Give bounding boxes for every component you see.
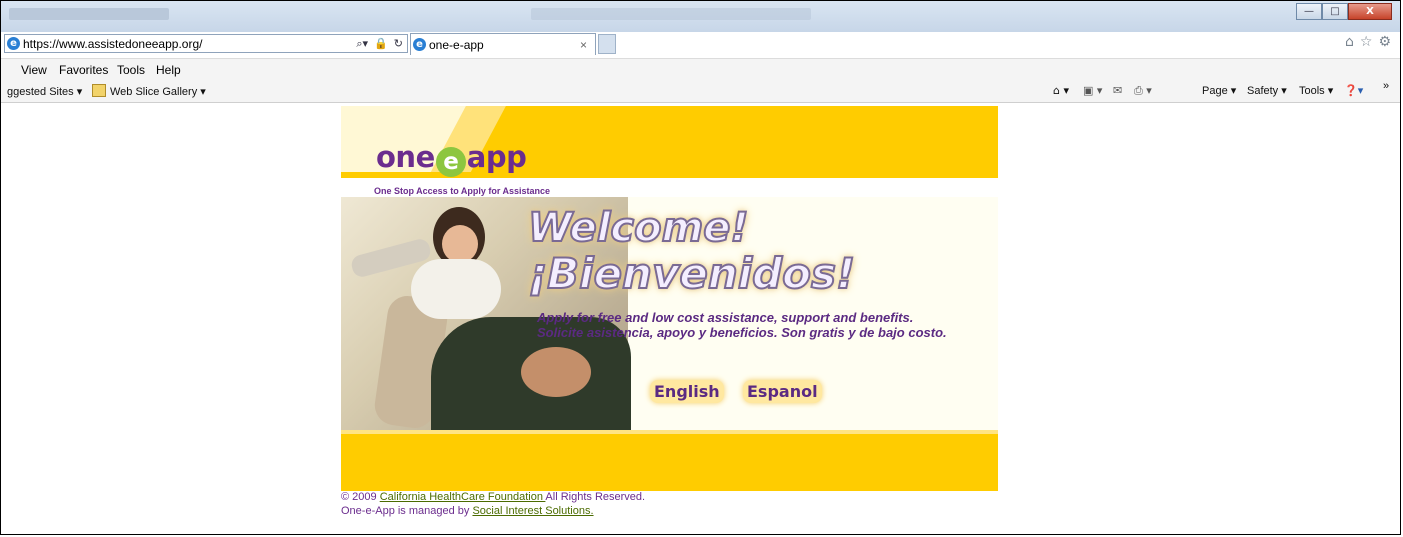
tools-menu[interactable]: Tools ▾	[1299, 84, 1333, 97]
ie-icon: e	[7, 37, 20, 50]
subtitle-english: Apply for free and low cost assistance, …	[537, 310, 914, 325]
page-menu[interactable]: Page ▾	[1202, 84, 1236, 97]
espanol-button[interactable]: Espanol	[743, 380, 822, 403]
lock-icon[interactable]: 🔒	[374, 37, 388, 51]
subtitle-spanish: Solicite asistencia, apoyo y beneficios.…	[537, 325, 947, 340]
safety-menu[interactable]: Safety ▾	[1247, 84, 1287, 97]
photo-child-face	[442, 225, 478, 263]
chcf-link[interactable]: California HealthCare Foundation	[380, 491, 546, 503]
welcome-heading: Welcome!	[527, 204, 750, 252]
maximize-button[interactable]: □	[1322, 3, 1348, 20]
menu-tools[interactable]: Tools	[117, 63, 145, 77]
tab-title: one-e-app	[429, 37, 484, 52]
gear-icon[interactable]: ⚙	[1378, 34, 1391, 50]
footer-rights: All Rights Reserved.	[545, 491, 646, 503]
oneeapp-logo[interactable]: one e app	[376, 140, 527, 177]
address-bar[interactable]: e https://www.assistedoneeapp.org/ ⌕▾ 🔒 …	[4, 34, 408, 53]
menu-help[interactable]: Help	[156, 63, 181, 77]
photo-parent-face	[521, 347, 591, 397]
search-icon[interactable]: ⌕▾	[356, 37, 368, 51]
tab-one-e-app[interactable]: e one-e-app ×	[410, 33, 596, 55]
title-bar: — □ X	[1, 1, 1400, 32]
footer-copyright: © 2009 California HealthCare Foundation …	[341, 491, 645, 503]
logo-app: app	[466, 140, 527, 174]
url-domain: www.assistedoneeapp.org/	[59, 36, 203, 51]
favorites-bar: ggested Sites ▾ Web Slice Gallery ▾ ⌂ ▾ …	[1, 80, 1400, 103]
print-icon[interactable]: ⎙ ▾	[1134, 84, 1152, 98]
new-tab-button[interactable]	[598, 34, 616, 54]
menu-view[interactable]: View	[21, 63, 47, 77]
english-button[interactable]: English	[650, 380, 724, 403]
logo-one: one	[376, 140, 435, 174]
footer-managed-prefix: One-e-App is managed by	[341, 505, 473, 517]
chevron-right-icon[interactable]: »	[1383, 80, 1389, 92]
close-tab-icon[interactable]: ×	[580, 38, 587, 52]
help-icon[interactable]: ❓▾	[1344, 84, 1363, 97]
menu-bar: View Favorites Tools Help	[1, 58, 1400, 81]
web-slice-icon	[92, 84, 106, 97]
bottom-banner	[341, 430, 998, 491]
mail-icon[interactable]: ✉	[1113, 84, 1122, 97]
url-scheme: https://	[23, 36, 60, 51]
photo-child-body	[411, 259, 501, 319]
quick-access-toolbar	[9, 8, 169, 20]
tagline: One Stop Access to Apply for Assistance	[374, 186, 551, 196]
window-title-blur	[531, 8, 811, 20]
footer-managed-by: One-e-App is managed by Social Interest …	[341, 505, 594, 517]
blank-panel	[1014, 206, 1105, 282]
logo-e: e	[435, 147, 466, 177]
home-icon[interactable]: ⌂	[1345, 34, 1354, 50]
window-controls: — □ X	[1296, 3, 1392, 20]
favorites-star-icon[interactable]: ☆	[1360, 34, 1373, 50]
sis-link[interactable]: Social Interest Solutions.	[472, 505, 593, 517]
menu-favorites[interactable]: Favorites	[59, 63, 108, 77]
web-slice-gallery-link[interactable]: Web Slice Gallery ▾	[110, 85, 206, 98]
refresh-icon[interactable]: ↻	[394, 37, 403, 51]
feeds-icon[interactable]: ▣ ▾	[1083, 84, 1102, 97]
address-tools: ⌕▾ 🔒 ↻	[356, 37, 407, 51]
ie-icon: e	[413, 38, 426, 51]
browser-right-icons: ⌂ ☆ ⚙	[1345, 34, 1391, 50]
footer-copyright-prefix: © 2009	[341, 491, 380, 503]
suggested-sites-link[interactable]: ggested Sites ▾	[7, 85, 82, 98]
home-icon[interactable]: ⌂ ▾	[1053, 84, 1069, 97]
close-button[interactable]: X	[1348, 3, 1392, 20]
bienvenidos-heading: ¡Bienvenidos!	[527, 248, 856, 299]
minimize-button[interactable]: —	[1296, 3, 1322, 20]
